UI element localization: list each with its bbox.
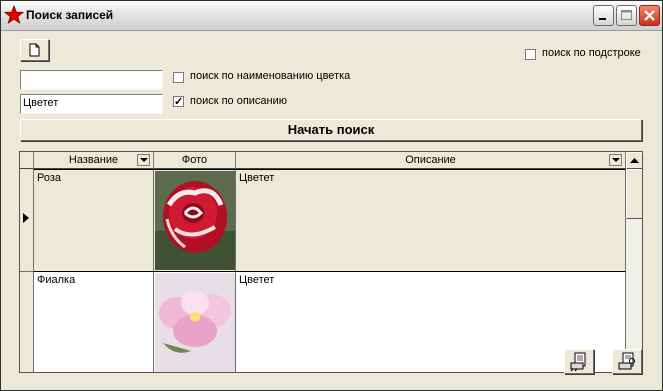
cell-name[interactable]: Фиалка [34,272,154,372]
cell-description[interactable]: Цветет [236,169,626,272]
row-indicator [20,272,34,372]
maximize-button[interactable] [616,5,637,26]
scroll-thumb[interactable] [626,169,642,219]
title-bar[interactable]: Поиск записей [1,1,662,31]
column-header-photo[interactable]: Фото [154,152,236,169]
search-by-description-checkbox[interactable]: ✓ [173,96,184,108]
red-star-icon [4,5,24,24]
column-header-description[interactable]: Описание [236,152,626,169]
cell-photo[interactable] [154,272,236,372]
row-indicator-header [20,152,34,169]
search-by-name-checkbox[interactable] [173,72,184,83]
column-header-photo-label: Фото [181,154,208,166]
pink-violet-photo [155,273,235,372]
substring-search-label: поиск по подстроке [542,47,641,59]
cell-name[interactable]: Роза [34,169,154,272]
table-row[interactable]: Фиалка Цветет [20,272,626,372]
row-indicator [20,169,34,272]
flower-name-input[interactable] [20,70,163,90]
client-area: поиск по подстроке поиск по наименованию… [1,31,662,390]
red-rose-photo [155,171,235,270]
minimize-button[interactable] [593,5,614,26]
column-header-name-label: Название [68,154,119,166]
minimize-icon [599,18,606,20]
search-records-window: Поиск записей поиск по подстроке поиск п… [0,0,663,391]
close-icon [644,10,655,21]
table-row[interactable]: Роза Цветет [20,169,626,272]
vertical-scrollbar[interactable] [626,152,642,372]
column-header-description-label: Описание [405,154,456,166]
search-by-description-label: поиск по описанию [190,95,288,107]
scroll-up-button[interactable] [626,152,642,169]
substring-search-checkbox[interactable] [525,49,536,60]
search-by-name-label: поиск по наименованию цветка [190,70,351,82]
print-report-button[interactable] [564,349,594,374]
current-row-arrow-icon [23,213,29,223]
checkmark-icon: ✓ [174,96,184,108]
start-search-button[interactable]: Начать поиск [20,119,642,141]
dropdown-arrow-icon [612,158,620,162]
dropdown-arrow-icon [140,158,148,162]
maximize-icon [621,10,632,20]
print-report-icon [570,352,586,372]
close-button[interactable] [639,5,660,26]
description-column-dropdown[interactable] [609,154,622,166]
name-column-dropdown[interactable] [137,154,150,166]
window-title: Поиск записей [26,8,114,22]
new-record-button[interactable] [20,39,49,61]
print-preview-icon [618,352,635,370]
cell-photo[interactable] [154,169,236,272]
results-grid[interactable]: Название Фото Описание Роза Цветет Фиалк… [19,151,643,373]
column-header-name[interactable]: Название [34,152,154,169]
description-input[interactable]: Цветет [20,94,163,114]
print-preview-button[interactable] [612,349,642,374]
scroll-up-arrow-icon [630,158,639,163]
new-document-icon [29,43,40,57]
